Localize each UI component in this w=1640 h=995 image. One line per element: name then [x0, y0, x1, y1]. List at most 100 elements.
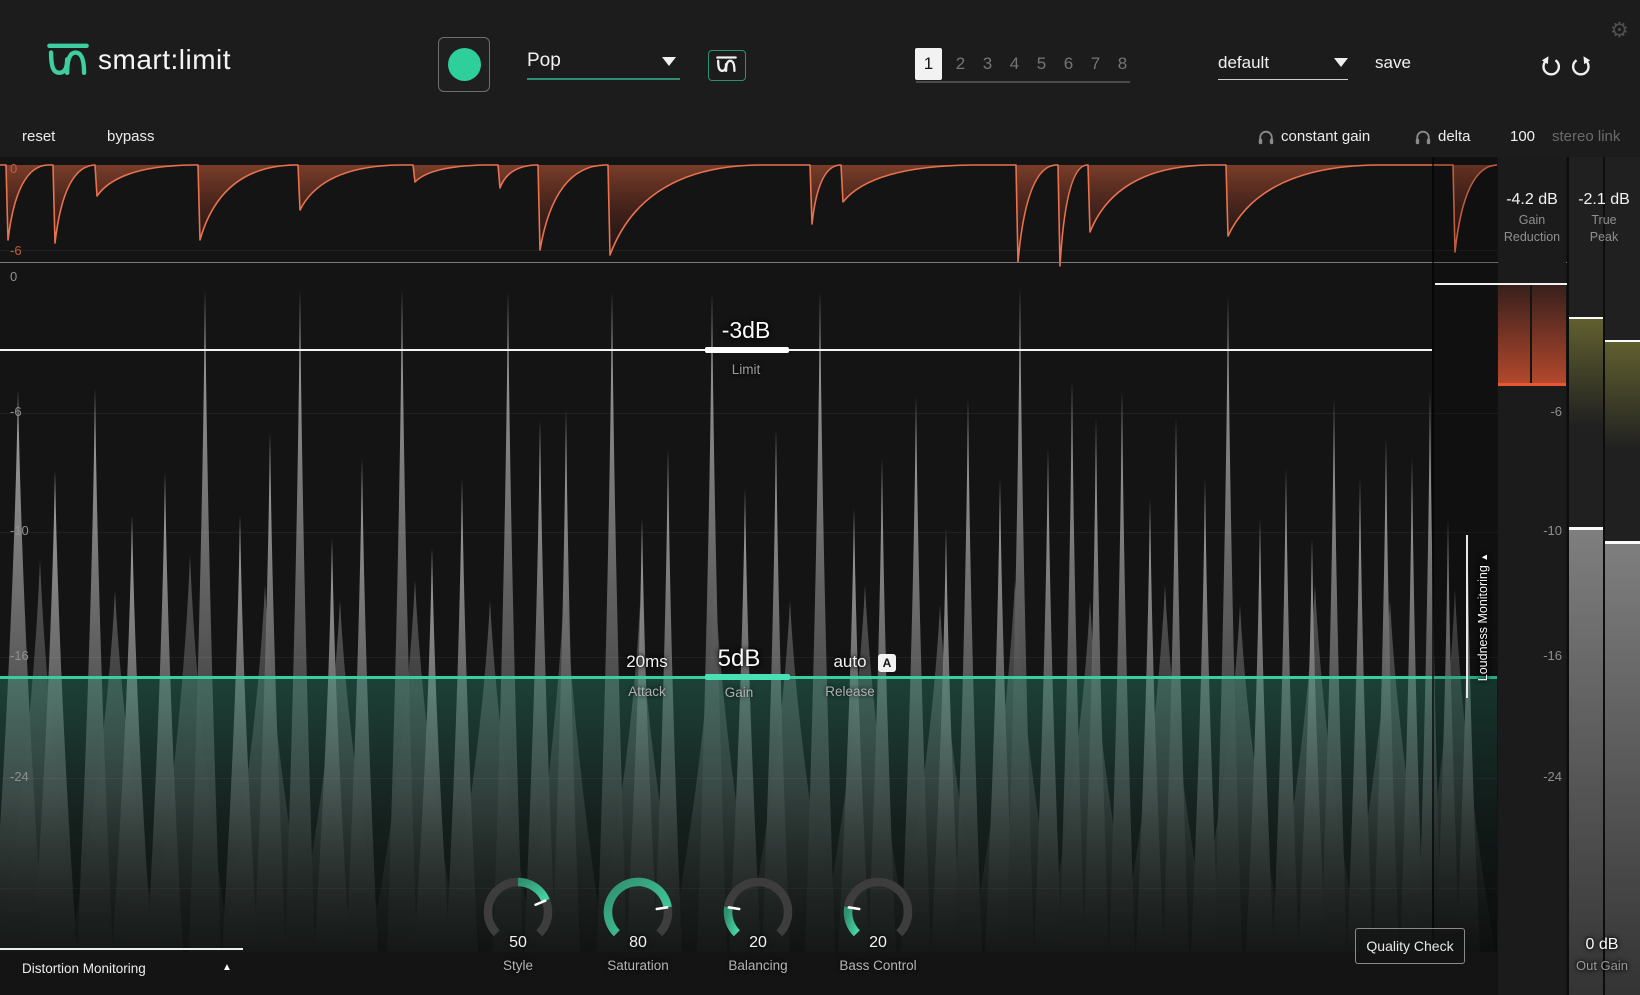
- distortion-monitoring-button[interactable]: Distortion Monitoring ▲: [0, 950, 243, 995]
- state-button-6[interactable]: 6: [1060, 48, 1077, 80]
- output-peak-zone: [1605, 342, 1640, 450]
- meter-scale-tick--10: -10: [1543, 523, 1562, 538]
- knob-value: 20: [749, 934, 767, 951]
- release-label: Release: [825, 684, 875, 699]
- knob-balancing[interactable]: 20 Balancing: [716, 876, 800, 986]
- limit-label: Limit: [731, 362, 761, 377]
- gain-line-handle[interactable]: [705, 674, 790, 680]
- learning-record-button[interactable]: [438, 37, 490, 92]
- scale-tick--16: -16: [10, 648, 29, 663]
- knob-arc: [483, 877, 553, 937]
- loudness-monitoring-line: [1466, 535, 1468, 698]
- output-level-fill: [1605, 544, 1640, 995]
- state-button-2[interactable]: 2: [952, 48, 969, 80]
- knob-value: 20: [869, 934, 887, 951]
- state-button-5[interactable]: 5: [1033, 48, 1050, 80]
- true-peak-value: -2.1 dB: [1578, 191, 1630, 208]
- scale-tick--10: -10: [10, 523, 29, 538]
- undo-icon[interactable]: [1538, 53, 1565, 80]
- limit-value[interactable]: -3dB: [686, 317, 806, 344]
- loudness-monitoring-button[interactable]: Loudness Monitoring ▲: [1476, 527, 1492, 707]
- output-meter-left: [1569, 157, 1603, 995]
- headphones-icon: [1415, 130, 1431, 145]
- state-selector: 12345678: [915, 47, 1141, 81]
- knob-value: 50: [509, 934, 527, 951]
- knob-value: 80: [629, 934, 647, 951]
- app-title: smart:limit: [98, 44, 232, 75]
- genre-select-value: Pop: [527, 50, 561, 71]
- true-peak-label-2: Peak: [1589, 230, 1619, 244]
- graph-separator: [0, 262, 1640, 263]
- true-peak-label-1: True: [1591, 213, 1617, 227]
- attack-value[interactable]: 20ms: [597, 652, 697, 672]
- knob-needle: [727, 906, 741, 911]
- preset-select[interactable]: default: [1218, 50, 1348, 80]
- knob-arc: [603, 877, 673, 937]
- expand-arrow-icon: ▲: [222, 962, 232, 973]
- sonible-glyph-icon: [716, 56, 737, 73]
- attack-label: Attack: [628, 684, 666, 699]
- state-button-8[interactable]: 8: [1114, 48, 1131, 80]
- distortion-monitoring-label: Distortion Monitoring: [22, 961, 146, 976]
- gr-meter-bar: [1498, 285, 1566, 383]
- settings-gear-icon[interactable]: ⚙: [1610, 18, 1629, 43]
- output-meter-right: [1605, 157, 1640, 995]
- smart-learning-button[interactable]: [708, 50, 746, 81]
- state-button-4[interactable]: 4: [1006, 48, 1023, 80]
- reset-button[interactable]: reset: [22, 128, 55, 145]
- genre-select[interactable]: Pop: [527, 46, 680, 80]
- stereo-link-value[interactable]: 100: [1510, 128, 1535, 145]
- chevron-down-icon: [1334, 58, 1348, 67]
- meter-scale-tick--16: -16: [1543, 648, 1562, 663]
- out-gain-value[interactable]: 0 dB: [1542, 936, 1640, 954]
- scale-tick--6: -6: [10, 404, 22, 419]
- out-gain-label: Out Gain: [1575, 958, 1629, 973]
- limiter-display: 0 -6 0 -6 -10 -16 -24 -3dB Limit 20ms 5dB auto…: [0, 157, 1640, 995]
- auto-release-badge[interactable]: A: [878, 654, 896, 672]
- preset-select-value: default: [1218, 53, 1270, 72]
- knob-label: Style: [502, 958, 533, 973]
- meter-scale-tick--24: -24: [1543, 769, 1562, 784]
- state-selector-underline: [916, 81, 1130, 83]
- gridline: [0, 532, 1497, 533]
- quality-check-button[interactable]: Quality Check: [1355, 928, 1465, 964]
- delta-toggle[interactable]: delta: [1438, 128, 1471, 145]
- display-divider: [1432, 157, 1434, 952]
- gain-value[interactable]: 5dB: [689, 645, 789, 673]
- knob-bass-control[interactable]: 20 Bass Control: [836, 876, 920, 986]
- knob-style[interactable]: 50 Style: [476, 876, 560, 986]
- expand-arrow-icon: ▲: [1479, 552, 1489, 562]
- save-button[interactable]: save: [1375, 53, 1411, 73]
- genre-select-underline: [527, 78, 680, 80]
- chevron-down-icon: [662, 57, 676, 66]
- constant-gain-toggle[interactable]: constant gain: [1281, 128, 1370, 145]
- knob-arc: [843, 877, 913, 937]
- gr-scale-tick--6: -6: [10, 243, 22, 258]
- knob-label: Saturation: [607, 958, 669, 973]
- knob-saturation[interactable]: 80 Saturation: [596, 876, 680, 986]
- preset-select-underline: [1218, 78, 1348, 80]
- gain-reduction-trace-graph: [0, 164, 1497, 267]
- knob-needle: [655, 906, 669, 911]
- gr-meter-value-line: [1498, 383, 1566, 386]
- knob-label: Balancing: [728, 958, 788, 973]
- gr-meter-channel-divider: [1530, 285, 1532, 386]
- limit-line-handle[interactable]: [705, 347, 789, 353]
- state-button-3[interactable]: 3: [979, 48, 996, 80]
- knob-arc: [723, 877, 793, 937]
- auto-badge-letter: A: [882, 656, 892, 670]
- record-circle-icon: [447, 48, 481, 81]
- stereo-link-label: stereo link: [1552, 128, 1621, 145]
- quality-check-label: Quality Check: [1366, 938, 1454, 954]
- redo-icon[interactable]: [1567, 53, 1594, 80]
- state-button-1[interactable]: 1: [915, 48, 942, 80]
- bypass-button[interactable]: bypass: [107, 128, 155, 145]
- smart-limit-window: smart:limit Pop 12345678 default save ⚙ …: [0, 0, 1640, 995]
- gain-label: Gain: [724, 685, 754, 700]
- knob-needle: [847, 906, 861, 911]
- gr-scale-tick-0: 0: [10, 161, 18, 176]
- state-button-7[interactable]: 7: [1087, 48, 1104, 80]
- gridline: [0, 413, 1497, 414]
- knob-label: Bass Control: [839, 958, 917, 973]
- meter-scale-tick--6: -6: [1550, 404, 1562, 419]
